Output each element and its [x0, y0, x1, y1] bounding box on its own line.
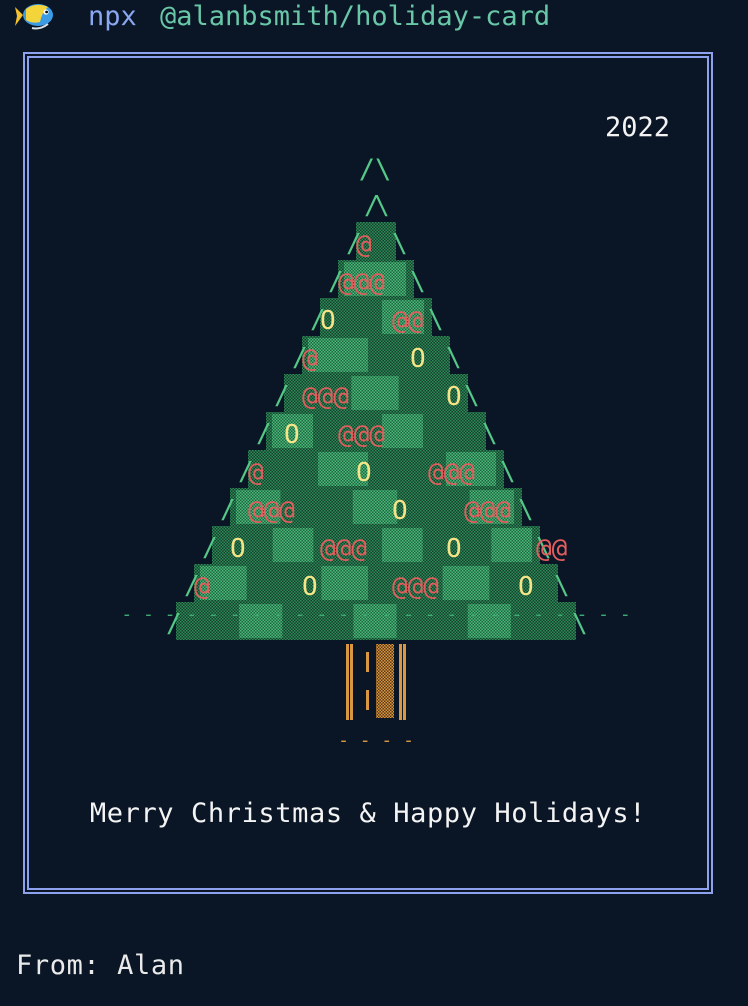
- tree-trunk: [346, 644, 406, 720]
- tree-top: /\: [359, 154, 392, 185]
- tree-ground-line: - - - - - - - - - - - - - - - - - - - - …: [121, 604, 630, 625]
- ornament-yellow: O: [302, 572, 318, 602]
- ornament-red: @@@: [248, 496, 295, 526]
- ornament-yellow: O: [230, 534, 246, 564]
- tree-edge-left: /: [256, 419, 272, 449]
- tree-row: [194, 564, 558, 602]
- ornament-red: @: [302, 344, 318, 374]
- tree-edge-right: \: [482, 419, 498, 449]
- ornament-red: @: [248, 458, 264, 488]
- ornament-red: @: [194, 572, 210, 602]
- ornament-yellow: O: [446, 382, 462, 412]
- tree-edge-right: \: [410, 267, 426, 297]
- tree-edge-right: \: [500, 457, 516, 487]
- tree-edge-right: \: [374, 191, 390, 221]
- tree-patch: [491, 528, 532, 562]
- tree-edge-right: \: [464, 381, 480, 411]
- ornament-red: @@@: [302, 382, 349, 412]
- tree-row: [212, 526, 540, 564]
- ornament-yellow: O: [410, 344, 426, 374]
- tree-edge-left: /: [220, 495, 236, 525]
- tree-patch: [352, 490, 398, 524]
- tree-patch: [442, 566, 490, 600]
- ornament-red: @@@: [392, 572, 439, 602]
- tree-patch: [321, 566, 368, 600]
- sender-line: From: Alan: [16, 950, 185, 981]
- tree-patch: [351, 376, 399, 410]
- ornament-yellow: O: [356, 458, 372, 488]
- ornament-yellow: O: [320, 306, 336, 336]
- tree-edge-left: /: [274, 381, 290, 411]
- ornament-red: @@@: [338, 268, 385, 298]
- tree-base: - - - -: [338, 730, 414, 751]
- tree-edge-right: \: [446, 343, 462, 373]
- ornament-red: @@@: [320, 534, 367, 564]
- ascii-christmas-tree: /\/\/\/\/\/\/\/\/\/\/\/\ @@@@O @@@ O@@@ OO @…: [121, 154, 630, 751]
- tree-edge-right: \: [518, 495, 534, 525]
- ornament-yellow: O: [446, 534, 462, 564]
- card-greeting: Merry Christmas & Happy Holidays!: [89, 798, 647, 829]
- ornament-red: @: [356, 230, 372, 260]
- tree-edge-right: \: [554, 571, 570, 601]
- tree-edge-right: \: [392, 229, 408, 259]
- tree-patch: [382, 414, 423, 448]
- tree-edge-left: /: [202, 533, 218, 563]
- ornament-red: @@: [536, 534, 567, 564]
- tree-edge-right: \: [428, 305, 444, 335]
- ornament-yellow: O: [284, 420, 300, 450]
- ornament-yellow: O: [392, 496, 408, 526]
- ornament-red: @@@: [428, 458, 475, 488]
- tree-patch: [272, 528, 314, 562]
- ornament-yellow: O: [518, 572, 534, 602]
- ornament-red: @@: [392, 306, 423, 336]
- ornament-red: @@@: [464, 496, 511, 526]
- ornament-red: @@@: [338, 420, 385, 450]
- tree-patch: [382, 528, 423, 562]
